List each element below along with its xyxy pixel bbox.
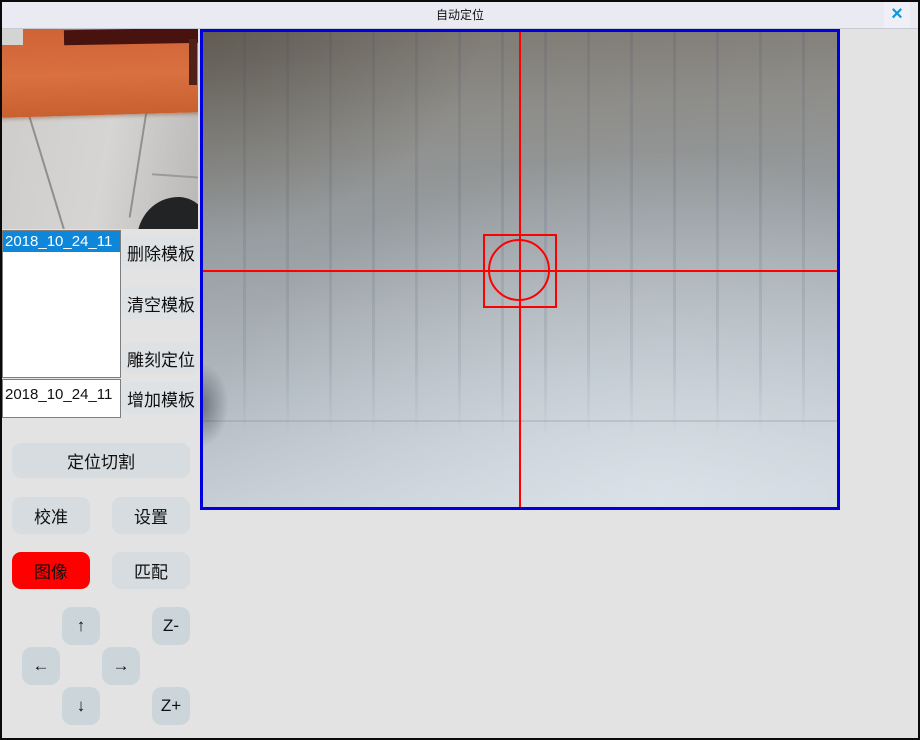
calibrate-button[interactable]: 校准 — [12, 497, 90, 534]
close-icon[interactable]: × — [884, 2, 910, 28]
image-button[interactable]: 图像 — [12, 552, 90, 589]
template-thumbnail — [2, 29, 198, 229]
settings-button[interactable]: 设置 — [112, 497, 190, 534]
thumbnail-dark-object — [137, 197, 198, 229]
engrave-position-button[interactable]: 雕刻定位 — [122, 342, 200, 374]
z-plus-button[interactable]: Z+ — [152, 687, 190, 725]
jog-left-button[interactable]: ← — [22, 647, 60, 685]
template-name-field[interactable] — [2, 379, 121, 418]
clear-templates-button[interactable]: 清空模板 — [122, 287, 200, 319]
target-circle — [488, 239, 550, 301]
thumbnail-gray-square — [2, 29, 23, 45]
thumbnail-dark-strip — [189, 39, 197, 85]
jog-up-button[interactable]: ↑ — [62, 607, 100, 645]
jog-down-button[interactable]: ↓ — [62, 687, 100, 725]
thumbnail-dark-strip — [64, 29, 198, 45]
template-list-item[interactable]: 2018_10_24_11 — [3, 231, 120, 252]
jog-right-button[interactable]: → — [102, 647, 140, 685]
position-cut-button[interactable]: 定位切割 — [12, 443, 190, 478]
titlebar: 自动定位 × — [2, 2, 918, 29]
add-template-button[interactable]: 增加模板 — [122, 382, 200, 414]
delete-template-button[interactable]: 删除模板 — [122, 236, 200, 268]
window-title: 自动定位 — [2, 2, 918, 28]
camera-view[interactable] — [200, 29, 840, 510]
auto-position-window: 自动定位 × 2018_10_24_11 删除模板 清空模板 雕刻定位 增加模板… — [0, 0, 920, 740]
template-list[interactable]: 2018_10_24_11 — [2, 230, 121, 378]
z-minus-button[interactable]: Z- — [152, 607, 190, 645]
camera-image-smudge — [200, 362, 229, 448]
match-button[interactable]: 匹配 — [112, 552, 190, 589]
thumbnail-tile-line — [152, 173, 198, 178]
